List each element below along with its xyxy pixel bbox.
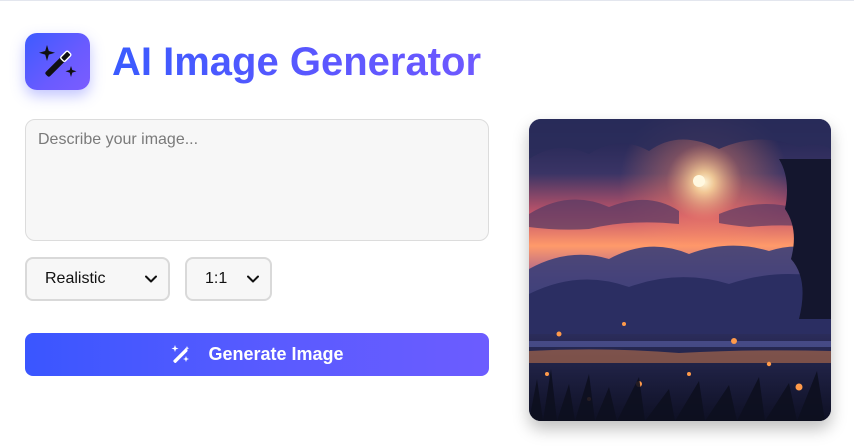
prompt-input[interactable] [25, 119, 489, 241]
app-page: AI Image Generator Realistic 1:1 Generat… [0, 0, 854, 447]
magic-wand-sparkles-icon [38, 44, 76, 77]
chevron-down-icon [246, 272, 260, 286]
generate-image-button[interactable]: Generate Image [25, 333, 489, 376]
generated-image [529, 119, 831, 421]
generate-image-label: Generate Image [208, 344, 344, 364]
chevron-down-icon [144, 272, 158, 286]
style-select-value: Realistic [45, 270, 106, 287]
app-logo [25, 33, 90, 90]
magic-wand-icon [170, 344, 192, 366]
aspect-ratio-select-value: 1:1 [205, 270, 228, 287]
aspect-ratio-select[interactable]: 1:1 [185, 257, 272, 301]
page-title: AI Image Generator [112, 37, 481, 87]
style-select[interactable]: Realistic [25, 257, 170, 301]
